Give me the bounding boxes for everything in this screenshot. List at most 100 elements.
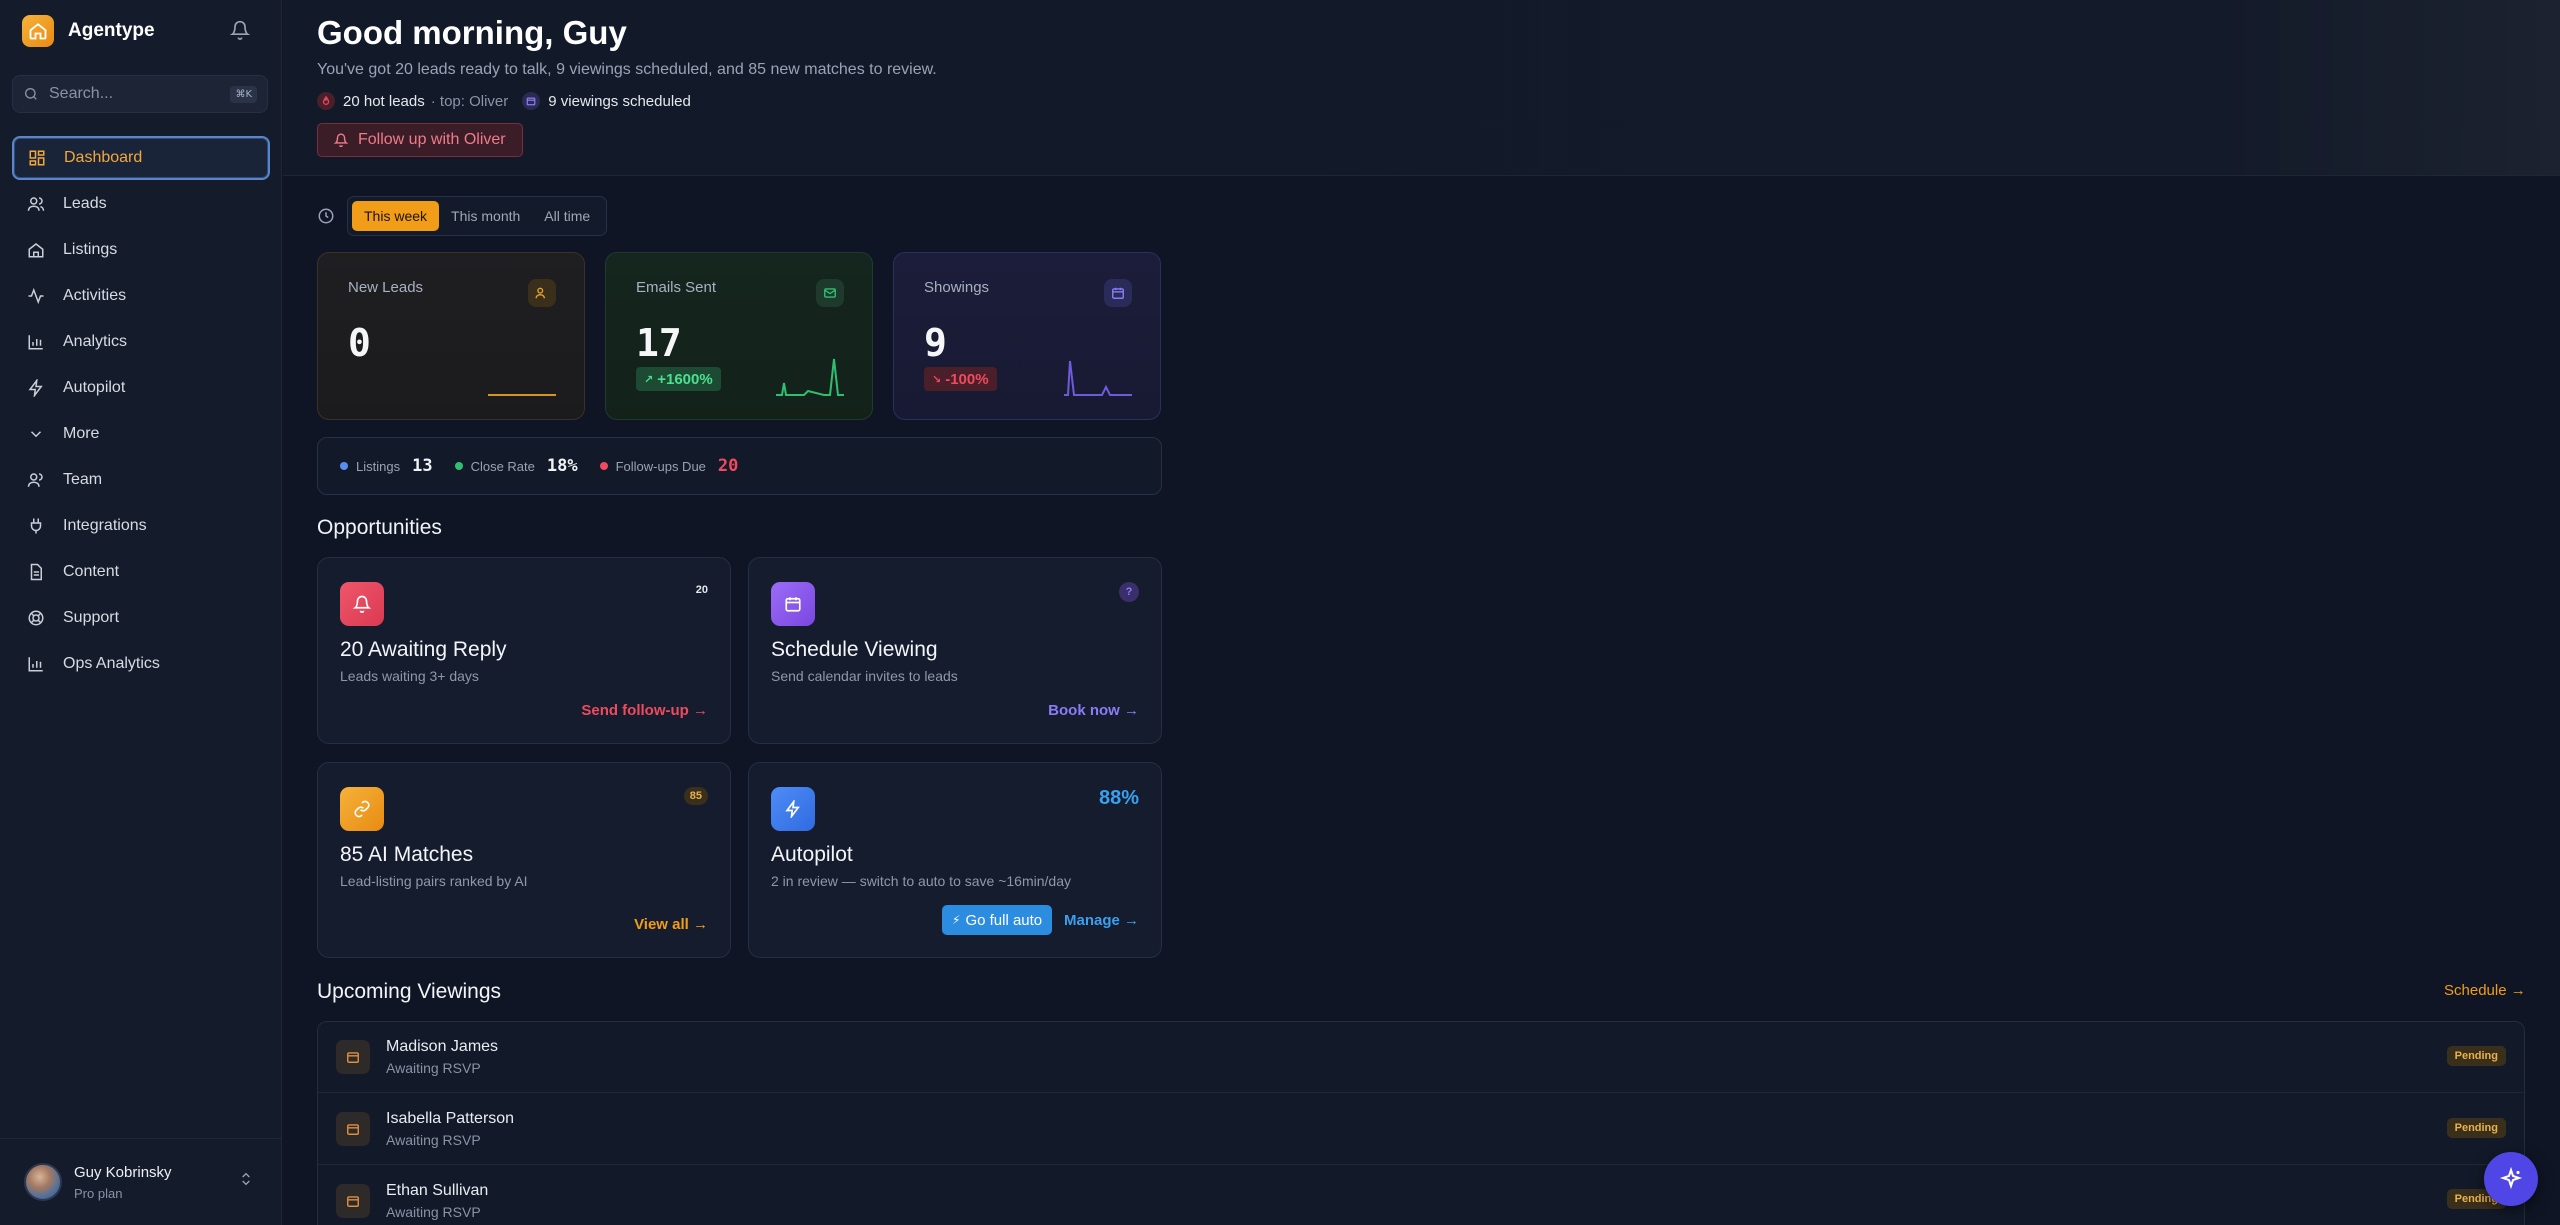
- view-all-link[interactable]: View all →: [634, 916, 708, 933]
- list-item[interactable]: Ethan Sullivan Awaiting RSVP Pending: [318, 1165, 2526, 1225]
- range-all-time[interactable]: All time: [532, 201, 602, 231]
- sparkline-emails: [776, 358, 844, 396]
- search-input[interactable]: Search... ⌘K: [12, 75, 268, 113]
- kpi-emails-sent[interactable]: Emails Sent 17 ↗ +1600%: [605, 252, 873, 420]
- kpi-new-leads[interactable]: New Leads 0: [317, 252, 585, 420]
- sparkle-icon: [2499, 1167, 2523, 1190]
- user-name: Guy Kobrinsky: [74, 1163, 172, 1181]
- sidebar-item-label: More: [63, 425, 100, 442]
- sidebar-item-dashboard[interactable]: Dashboard: [12, 136, 270, 180]
- kpi-change-badge: ↗ +1600%: [636, 367, 721, 391]
- stats-row: Listings 13 Close Rate 18% Follow-ups Du…: [317, 437, 1162, 495]
- kpi-title: Showings: [924, 279, 990, 296]
- viewing-name: Madison James: [386, 1038, 499, 1055]
- sidebar-item-label: Activities: [63, 287, 127, 304]
- link-icon: [340, 787, 384, 831]
- ai-assistant-button[interactable]: [2484, 1152, 2538, 1206]
- manage-link[interactable]: Manage →: [1064, 912, 1139, 929]
- notifications-bell-icon[interactable]: [228, 18, 252, 42]
- opportunity-count: ?: [1119, 582, 1139, 602]
- follow-up-button[interactable]: Follow up with Oliver: [317, 123, 523, 157]
- kpi-title: New Leads: [348, 279, 424, 296]
- time-range-selector: This week This month All time: [317, 196, 615, 236]
- page-title: Good morning, Guy: [317, 14, 627, 51]
- hot-leads-chip[interactable]: 20 hot leads: [343, 93, 425, 110]
- opportunity-count: 85: [683, 787, 708, 805]
- sidebar-item-ops-analytics[interactable]: Ops Analytics: [12, 642, 270, 686]
- sidebar-item-autopilot[interactable]: Autopilot: [12, 366, 270, 410]
- trend-up-icon: ↗: [644, 373, 654, 386]
- sidebar-item-listings[interactable]: Listings: [12, 228, 270, 272]
- plug-icon: [30, 518, 42, 534]
- stat-follow-ups-due[interactable]: Follow-ups Due 20: [599, 456, 738, 476]
- list-item[interactable]: Isabella Patterson Awaiting RSVP Pending: [318, 1094, 2526, 1165]
- range-this-month[interactable]: This month: [439, 201, 532, 231]
- lightning-icon: [771, 787, 815, 831]
- search-shortcut: ⌘K: [230, 85, 257, 103]
- hot-leads-top: · top: Oliver: [430, 92, 509, 110]
- sidebar-item-team[interactable]: Team: [12, 458, 270, 502]
- opportunity-subtitle: 2 in review — switch to auto to save ~16…: [771, 873, 1071, 889]
- kpi-showings[interactable]: Showings 9 ↘ -100%: [893, 252, 1161, 420]
- users-icon: [528, 279, 556, 307]
- sparkline-showings: [1064, 360, 1132, 396]
- brand[interactable]: Agentype: [22, 14, 155, 48]
- opportunity-awaiting-reply[interactable]: 20 20 Awaiting Reply Leads waiting 3+ da…: [317, 557, 731, 744]
- section-title-upcoming-viewings: Upcoming Viewings: [317, 980, 502, 1003]
- sidebar-item-label: Content: [63, 563, 120, 580]
- search-placeholder: Search...: [49, 85, 114, 102]
- stat-dot: [340, 462, 348, 470]
- opportunity-subtitle: Send calendar invites to leads: [771, 668, 958, 684]
- dashboard-icon: [29, 150, 45, 166]
- schedule-link[interactable]: Schedule →: [2444, 982, 2526, 999]
- sidebar-item-integrations[interactable]: Integrations: [12, 504, 270, 548]
- calendar-icon: [336, 1183, 370, 1218]
- sidebar-item-label: Integrations: [63, 517, 147, 534]
- viewing-status: Awaiting RSVP: [386, 1060, 481, 1076]
- activity-icon: [28, 287, 44, 305]
- list-item[interactable]: Madison James Awaiting RSVP Pending: [318, 1022, 2526, 1093]
- header-chips: 20 hot leads · top: Oliver 9 viewings sc…: [317, 92, 691, 110]
- stat-value: 18%: [546, 456, 578, 476]
- opportunity-title: Autopilot: [771, 843, 853, 866]
- sidebar-nav: Dashboard Leads Listings Activities Anal…: [12, 136, 270, 688]
- sidebar-item-support[interactable]: Support: [12, 596, 270, 640]
- calendar-icon: [1104, 279, 1132, 307]
- mail-icon: [816, 279, 844, 307]
- clock-icon: [318, 208, 334, 224]
- go-full-auto-button[interactable]: ⚡ Go full auto: [942, 905, 1053, 935]
- sidebar-item-leads[interactable]: Leads: [12, 182, 270, 226]
- opportunity-ai-matches[interactable]: 85 85 AI Matches Lead-listing pairs rank…: [317, 762, 731, 958]
- users-icon: [27, 473, 43, 487]
- stat-dot: [599, 462, 608, 470]
- lifebuoy-icon: [28, 610, 44, 626]
- summary-text: You've got 20 leads ready to talk, 9 vie…: [317, 61, 937, 78]
- sparkline-flat: [488, 394, 556, 396]
- range-this-week[interactable]: This week: [352, 201, 440, 231]
- opportunity-autopilot[interactable]: 88% Autopilot 2 in review — switch to au…: [748, 762, 1162, 958]
- viewings-chip[interactable]: 9 viewings scheduled: [548, 93, 691, 110]
- book-now-link[interactable]: Book now →: [1048, 702, 1139, 719]
- stat-label: Follow-ups Due: [615, 458, 706, 474]
- stat-close-rate[interactable]: Close Rate 18%: [454, 456, 578, 476]
- stat-listings[interactable]: Listings 13: [340, 456, 433, 476]
- sidebar-item-analytics[interactable]: Analytics: [12, 320, 270, 364]
- document-icon: [30, 563, 42, 581]
- opportunity-schedule-viewing[interactable]: ? Schedule Viewing Send calendar invites…: [748, 557, 1162, 744]
- app-name: Agentype: [68, 20, 155, 41]
- kpi-value: 0: [348, 321, 371, 365]
- user-menu[interactable]: Guy Kobrinsky Pro plan: [0, 1138, 282, 1225]
- sidebar-item-activities[interactable]: Activities: [12, 274, 270, 318]
- sidebar-item-label: Leads: [63, 195, 107, 212]
- send-follow-up-link[interactable]: Send follow-up →: [581, 702, 708, 719]
- viewing-name: Isabella Patterson: [386, 1110, 515, 1127]
- calendar-icon: [336, 1112, 370, 1146]
- stat-label: Close Rate: [470, 458, 535, 474]
- section-title-opportunities: Opportunities: [317, 516, 442, 539]
- sidebar-item-content[interactable]: Content: [12, 550, 270, 594]
- sidebar-item-label: Ops Analytics: [63, 655, 160, 672]
- viewing-status: Awaiting RSVP: [386, 1203, 481, 1220]
- range-options: This week This month All time: [347, 196, 608, 236]
- sidebar-item-more[interactable]: More: [12, 412, 270, 456]
- user-plan: Pro plan: [74, 1185, 123, 1201]
